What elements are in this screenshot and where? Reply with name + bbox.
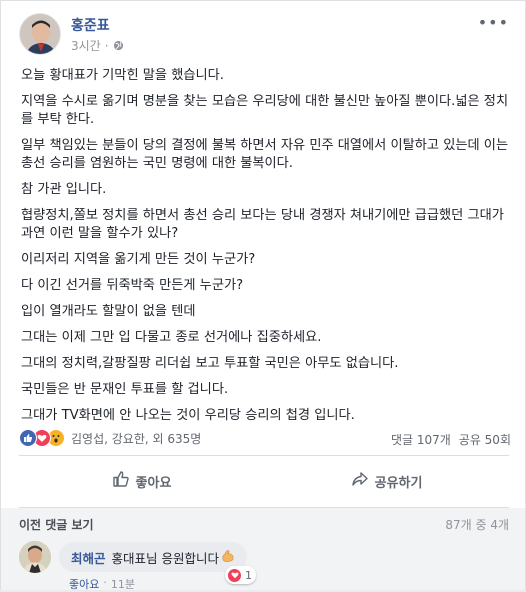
post-paragraph: 협량정치,쫄보 정치를 하면서 총선 승리 보다는 당내 경쟁자 쳐내기에만 급… <box>21 208 504 241</box>
comment-bubble: 최해곤 홍대표님 응원합니다 <box>59 542 247 572</box>
thumbs-up-icon <box>112 470 130 492</box>
share-button[interactable]: 공유하기 <box>264 463 509 499</box>
comments-section: 이전 댓글 보기 87개 중 4개 최해곤 홍대표님 응원합니다 1 좋아요 ·… <box>1 508 525 591</box>
share-count[interactable]: 공유 50회 <box>459 431 511 448</box>
post-paragraph: 일부 책임있는 분들이 당의 결정에 불복 하면서 자유 민주 대열에서 이탈하… <box>21 138 509 171</box>
globe-icon <box>113 40 124 51</box>
post-time[interactable]: 3시간 <box>71 37 101 54</box>
post-paragraph: 국민들은 반 문재인 투표를 할 겁니다. <box>21 382 229 397</box>
author-name[interactable]: 홍준표 <box>71 15 110 35</box>
comment-text: 홍대표님 응원합니다 <box>111 550 219 566</box>
post-paragraph: 이리저리 지역을 옮기게 만든 것이 누군가? <box>21 252 256 267</box>
like-icon <box>19 429 37 447</box>
divider <box>19 455 509 456</box>
post-actions: 좋아요 공유하기 <box>19 463 509 499</box>
commenter-avatar[interactable] <box>19 541 51 573</box>
post-stats: 김영섭, 강요한, 외 635명 댓글 107개 공유 50회 <box>19 429 511 451</box>
post-paragraph: 다 이긴 선거를 뒤죽박죽 만든게 누군가? <box>21 278 244 293</box>
comment-count[interactable]: 댓글 107개 <box>391 431 451 448</box>
post-paragraph: 입이 열개라도 할말이 없을 텐데 <box>21 304 196 319</box>
post-paragraph: 그대가 TV화면에 안 나오는 것이 우리당 승리의 첩경 입니다. <box>21 408 355 423</box>
author-avatar[interactable] <box>19 13 61 55</box>
post-meta: 3시간 · <box>71 37 124 54</box>
share-label: 공유하기 <box>374 475 423 491</box>
post-paragraph: 그대의 정치력,갈팡질팡 리더쉽 보고 투표할 국민은 아무도 없습니다. <box>21 356 399 371</box>
more-options-button[interactable]: ••• <box>478 13 509 32</box>
post-paragraph: 참 가관 입니다. <box>21 182 107 197</box>
view-previous-comments-link[interactable]: 이전 댓글 보기 <box>19 516 94 533</box>
like-button[interactable]: 좋아요 <box>19 463 264 499</box>
comment-reaction-badge[interactable]: 1 <box>225 566 256 584</box>
share-arrow-icon <box>351 470 369 492</box>
comment-reaction-count: 1 <box>245 568 252 582</box>
comment-pagination: 87개 중 4개 <box>445 518 509 532</box>
engagement-counts: 댓글 107개 공유 50회 <box>391 431 511 448</box>
reactions-summary[interactable]: 김영섭, 강요한, 외 635명 <box>19 429 201 447</box>
post-card: 홍준표 3시간 · ••• 오늘 황대표가 기막힌 말을 했습니다. 지역을 수… <box>0 0 526 591</box>
comment-author[interactable]: 최해곤 <box>71 548 106 567</box>
flexed-biceps-icon <box>221 549 235 566</box>
like-label: 좋아요 <box>135 475 172 491</box>
love-icon <box>227 567 242 583</box>
post-paragraph: 지역을 수시로 옮기며 명분을 찾는 모습은 우리당에 대한 불신만 높아질 뿐… <box>21 94 509 127</box>
reaction-names[interactable]: 김영섭, 강요한, 외 635명 <box>71 430 201 447</box>
post-header: 홍준표 3시간 · ••• <box>19 13 509 59</box>
post-paragraph: 그대는 이제 그만 입 다물고 종로 선거에나 집중하세요. <box>21 330 322 345</box>
post-paragraph: 오늘 황대표가 기막힌 말을 했습니다. <box>21 68 224 83</box>
post-body: 오늘 황대표가 기막힌 말을 했습니다. 지역을 수시로 옮기며 명분을 찾는 … <box>21 67 511 433</box>
